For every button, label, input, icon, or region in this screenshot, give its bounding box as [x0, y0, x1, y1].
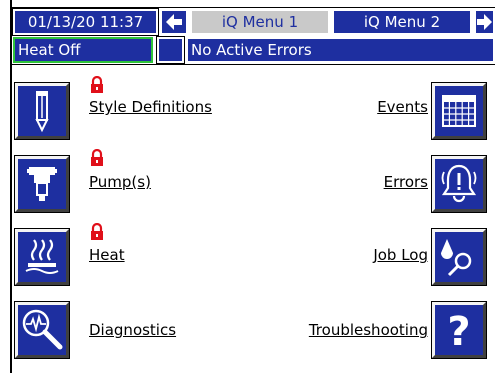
status-indicator: [156, 36, 185, 64]
diagnostics-link[interactable]: Diagnostics: [89, 321, 176, 339]
question-mark-icon: ?: [447, 309, 470, 353]
heat-status: Heat Off: [13, 37, 153, 63]
nav-right-button[interactable]: [474, 9, 495, 35]
frame-top-line: [10, 7, 495, 8]
job-log-button[interactable]: [431, 228, 487, 286]
events-button[interactable]: [431, 82, 487, 140]
diagnostics-button[interactable]: [14, 301, 70, 359]
job-log-link[interactable]: Job Log: [373, 246, 428, 264]
tab-iq-menu-2[interactable]: iQ Menu 2: [332, 9, 472, 35]
style-definitions-button[interactable]: [14, 82, 70, 140]
datetime-display: 01/13/20 11:37: [12, 8, 159, 36]
arrow-left-icon: [166, 14, 182, 30]
header-separator: [10, 64, 495, 65]
arrow-right-icon: [477, 14, 492, 30]
pump-icon: [27, 167, 57, 201]
heat-icon: [25, 239, 59, 274]
troubleshooting-button[interactable]: ?: [431, 301, 487, 359]
heat-link[interactable]: Heat: [89, 246, 125, 264]
troubleshooting-link[interactable]: Troubleshooting: [309, 321, 428, 339]
errors-link[interactable]: Errors: [384, 173, 428, 191]
pumps-link[interactable]: Pump(s): [89, 173, 151, 191]
errors-button[interactable]: [431, 155, 487, 213]
lock-icon: [91, 76, 103, 93]
tab-iq-menu-1[interactable]: iQ Menu 1: [190, 9, 330, 35]
error-status: No Active Errors: [186, 37, 495, 63]
job-log-icon: [441, 239, 472, 277]
frame-left-line: [10, 0, 12, 373]
iq-menu-screen: 01/13/20 11:37 iQ Menu 1 iQ Menu 2 Heat …: [0, 0, 495, 373]
lock-icon: [91, 223, 103, 240]
nav-left-button[interactable]: [160, 9, 188, 35]
calendar-icon: [442, 95, 476, 127]
svg-text:?: ?: [447, 309, 470, 353]
events-link[interactable]: Events: [377, 98, 428, 116]
alarm-bell-icon: [441, 164, 477, 203]
lock-icon: [91, 149, 103, 166]
magnifier-waveform-icon: [22, 309, 63, 350]
pencil-icon: [35, 91, 49, 133]
heat-button[interactable]: [14, 228, 70, 286]
pumps-button[interactable]: [14, 155, 70, 213]
style-definitions-link[interactable]: Style Definitions: [89, 98, 212, 116]
